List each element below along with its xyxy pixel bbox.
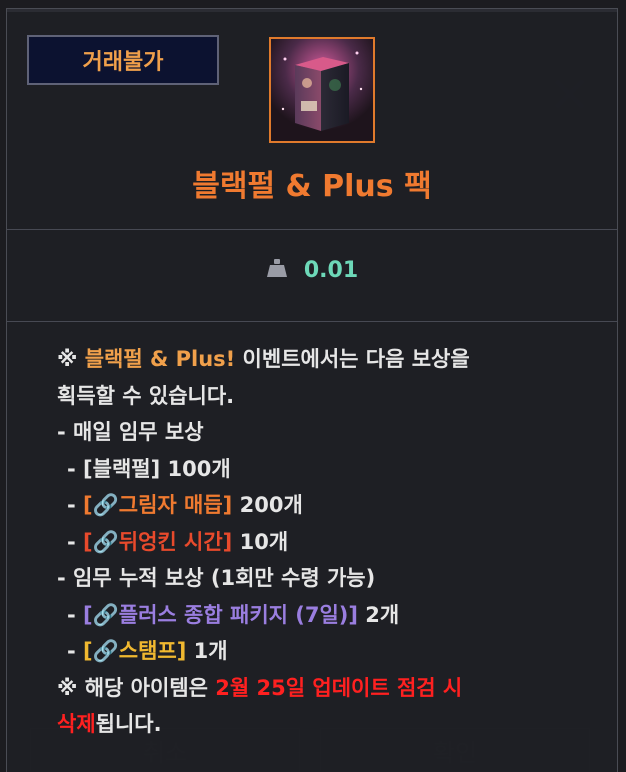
reward-item: - [🔗뒤엉킨 시간] 10개 [57,524,577,561]
section-heading-daily: - 매일 임무 보상 [57,420,204,444]
weight-row: 0.01 [7,257,617,283]
bullet-dash: - [67,493,84,517]
reward-quantity: 200개 [232,493,303,517]
expiry-notice: 삭제됩니다. [57,706,577,743]
item-pack-icon [269,37,375,143]
reward-link-plus-package[interactable]: [🔗플러스 종합 패키지 (7일)] [83,603,358,627]
item-tooltip: 거래불가 블랙펄 & Plus 팩 0.01 ※ 블랙펄 & Plus! 이벤트… [6,8,618,772]
note-mark: ※ [57,347,85,371]
bullet-dash: - [67,602,84,627]
expiry-warning: 삭제 [57,712,96,736]
bullet-dash: - [67,529,84,554]
item-name: 블랙펄 & Plus 팩 [192,169,432,204]
divider [7,321,617,322]
weight-icon [266,257,288,283]
description-line: 획득할 수 있습니다. [57,383,235,408]
reward-link-stamp[interactable]: [🔗스탬프] [83,639,186,663]
description-line: ※ 블랙펄 & Plus! 이벤트에서는 다음 보상을 [57,341,577,378]
divider [7,229,617,230]
reward-quantity: 100개 [160,456,231,481]
expiry-date: 2월 25일 업데이트 점검 시 [215,675,463,700]
section-heading-cumulative: - 임무 누적 보상 (1회만 수령 가능) [57,566,376,590]
description-text: 이벤트에서는 다음 보상을 [235,347,470,371]
reward-link-tangled-time[interactable]: [🔗뒤엉킨 시간] [83,530,232,554]
bullet-dash: - [67,456,84,481]
expiry-text: 됩니다. [95,712,162,736]
reward-quantity: 1개 [186,639,228,663]
reward-item: - [🔗스탬프] 1개 [57,633,577,670]
event-name: 블랙펄 & Plus! [84,347,236,371]
reward-item: - [🔗그림자 매듭] 200개 [57,487,577,524]
untradeable-badge: 거래불가 [27,35,219,85]
weight-value: 0.01 [303,257,359,283]
item-description: ※ 블랙펄 & Plus! 이벤트에서는 다음 보상을 획득할 수 있습니다. … [57,341,577,743]
expiry-text: ※ 해당 아이템은 [57,675,216,700]
reward-name: [블랙펄] [83,456,161,481]
reward-quantity: 2개 [358,602,400,627]
expiry-notice: ※ 해당 아이템은 2월 25일 업데이트 점검 시 [57,670,577,707]
reward-quantity: 10개 [232,529,289,554]
reward-item: - [블랙펄] 100개 [57,451,577,488]
reward-link-shadow-knot[interactable]: [🔗그림자 매듭] [83,493,232,517]
reward-item: - [🔗플러스 종합 패키지 (7일)] 2개 [57,597,577,634]
bullet-dash: - [67,639,84,663]
